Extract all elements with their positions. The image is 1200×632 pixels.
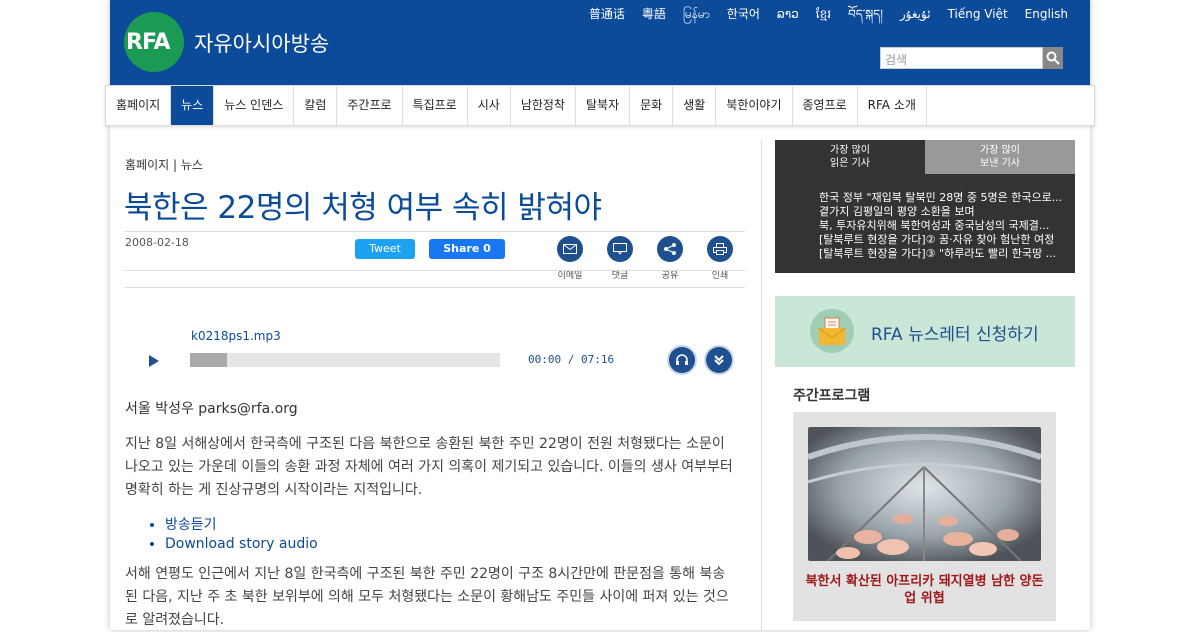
- search-button[interactable]: [1043, 47, 1063, 69]
- lang-link[interactable]: བོད་སྐད།: [848, 6, 883, 22]
- audio-progress-fill: [190, 353, 228, 367]
- nav-about[interactable]: RFA 소개: [858, 86, 927, 125]
- tab-most-sent[interactable]: 가장 많이 보낸 기사: [925, 140, 1075, 174]
- main-nav: 홈페이지 뉴스 뉴스 인덴스 칼럼 주간프로 특집프로 시사 남한정착 탈북자 …: [105, 85, 1095, 126]
- listen-broadcast-link[interactable]: 방송듣기: [165, 516, 318, 535]
- nav-special[interactable]: 특집프로: [403, 86, 468, 125]
- audio-time: 00:00 / 07:16: [528, 353, 615, 366]
- article-paragraph: 서해 연평도 인근에서 지난 8일 한국측에 구조된 북한 주민 22명이 구조…: [125, 566, 729, 628]
- audio-links: 방송듣기 Download story audio: [165, 516, 318, 554]
- lang-link[interactable]: Tiếng Việt: [948, 6, 1008, 22]
- nav-weekly[interactable]: 주간프로: [337, 86, 403, 125]
- audio-progress-bar[interactable]: [190, 353, 500, 367]
- divider: [125, 270, 745, 271]
- nav-news-index[interactable]: 뉴스 인덴스: [214, 86, 295, 125]
- nav-life[interactable]: 생활: [673, 86, 717, 125]
- weekly-program-caption[interactable]: 북한서 확산된 아프리카 돼지열병 남한 양돈업 위협: [801, 573, 1048, 607]
- share-label: Share 0: [443, 242, 491, 255]
- page-title: 북한은 22명의 처형 여부 속히 밝혀야: [124, 190, 602, 226]
- comment-icon: [613, 243, 627, 255]
- play-button[interactable]: [148, 353, 160, 372]
- tab-label: 보낸 기사: [980, 158, 1020, 169]
- divider: [125, 231, 745, 232]
- popular-articles: 가장 많이 읽은 기사 가장 많이 보낸 기사 한국 정부 "재입북 탈북민 2…: [775, 140, 1075, 273]
- tab-label: 가장 많이: [830, 145, 870, 156]
- double-chevron-down-icon: [714, 355, 724, 366]
- newsletter-label: RFA 뉴스레터 신청하기: [871, 325, 1039, 345]
- headphones-icon: [676, 354, 688, 365]
- list-item[interactable]: [탈북루트 현장을 가다]③ "하루라도 빨리 한국땅 ...: [819, 247, 1071, 261]
- headphones-button[interactable]: [669, 347, 695, 373]
- tweet-button[interactable]: Tweet: [355, 239, 415, 259]
- tab-label: 가장 많이: [980, 145, 1020, 156]
- download-audio-button[interactable]: [706, 347, 732, 373]
- download-audio-link[interactable]: Download story audio: [165, 535, 318, 554]
- play-icon: [149, 355, 159, 367]
- nav-column[interactable]: 칼럼: [294, 86, 338, 125]
- list-item[interactable]: [탈북루트 현장을 가다]② 꿈·자유 찾아 험난한 여정: [819, 233, 1071, 247]
- nav-defectors[interactable]: 탈북자: [576, 86, 631, 125]
- lang-link[interactable]: ខ្មែរ: [816, 6, 831, 22]
- lang-link[interactable]: 粵語: [642, 6, 666, 22]
- lang-link[interactable]: 한국어: [727, 6, 760, 22]
- site-header: RFA 자유아시아방송 普通话 粵語 မြန်မာ 한국어 ລາວ ខ្មែរ …: [110, 0, 1090, 85]
- article-paragraph: 지난 8일 서해상에서 한국측에 구조된 다음 북한으로 송환된 북한 주민 2…: [125, 436, 733, 498]
- newsletter-envelope-icon: [810, 309, 854, 353]
- popular-list: 한국 정부 "재입북 탈북민 28명 중 5명은 한국으로... 곁가지 김평일…: [819, 191, 1071, 261]
- breadcrumb[interactable]: 홈페이지 | 뉴스: [125, 156, 203, 173]
- nav-news[interactable]: 뉴스: [171, 86, 215, 125]
- lang-link[interactable]: ئۇيغۇر: [900, 6, 931, 22]
- nav-nk-stories[interactable]: 북한이야기: [716, 86, 793, 125]
- lang-link[interactable]: 普通话: [589, 6, 625, 22]
- list-item[interactable]: 곁가지 김평일의 평양 소환을 보며: [819, 205, 1071, 219]
- column-divider: [761, 140, 762, 630]
- pig-farm-photo[interactable]: [808, 427, 1041, 561]
- tab-most-read[interactable]: 가장 많이 읽은 기사: [775, 140, 925, 174]
- site-name[interactable]: 자유아시아방송: [194, 28, 329, 58]
- email-tool[interactable]: 이메일: [555, 236, 585, 281]
- nav-settlement[interactable]: 남한정착: [511, 86, 576, 125]
- share-icon: [664, 243, 676, 255]
- print-tool[interactable]: 인쇄: [705, 236, 735, 281]
- facebook-share-button[interactable]: Share 0: [429, 239, 505, 259]
- print-icon: [713, 243, 727, 255]
- logo-text[interactable]: RFA: [126, 30, 170, 55]
- list-item[interactable]: 북, 투자유치위해 북한여성과 중국남성의 국제결...: [819, 219, 1071, 233]
- language-selector: 普通话 粵語 မြန်မာ 한국어 ລາວ ខ្មែរ བོད་སྐད། ئۇي…: [572, 6, 1068, 22]
- lang-link[interactable]: English: [1025, 6, 1068, 22]
- search-icon: [1046, 51, 1060, 65]
- weekly-program-title: 주간프로그램: [793, 388, 871, 404]
- byline: 서울 박성우 parks@rfa.org: [125, 401, 298, 417]
- article-date: 2008-02-18: [125, 236, 189, 249]
- nav-current[interactable]: 시사: [468, 86, 511, 125]
- list-item[interactable]: 한국 정부 "재입북 탈북민 28명 중 5명은 한국으로...: [819, 191, 1071, 205]
- weekly-program-card[interactable]: 북한서 확산된 아프리카 돼지열병 남한 양돈업 위협: [793, 412, 1056, 621]
- tab-label: 읽은 기사: [830, 158, 870, 169]
- page: RFA 자유아시아방송 普通话 粵語 မြန်မာ 한국어 ລາວ ខ្មែរ …: [105, 0, 1095, 630]
- nav-culture[interactable]: 문화: [630, 86, 674, 125]
- nav-ended[interactable]: 종영프로: [793, 86, 858, 125]
- lang-link[interactable]: မြန်မာ: [683, 6, 710, 22]
- share-tool[interactable]: 공유: [655, 236, 685, 281]
- lang-link[interactable]: ລາວ: [777, 6, 799, 22]
- comment-tool[interactable]: 댓글: [605, 236, 635, 281]
- nav-home[interactable]: 홈페이지: [106, 86, 172, 125]
- email-icon: [563, 244, 577, 254]
- newsletter-banner[interactable]: RFA 뉴스레터 신청하기: [775, 296, 1075, 367]
- tweet-label: Tweet: [369, 242, 401, 255]
- audio-filename: k0218ps1.mp3: [191, 329, 281, 343]
- search-input[interactable]: 검색: [880, 47, 1043, 69]
- divider: [125, 287, 745, 288]
